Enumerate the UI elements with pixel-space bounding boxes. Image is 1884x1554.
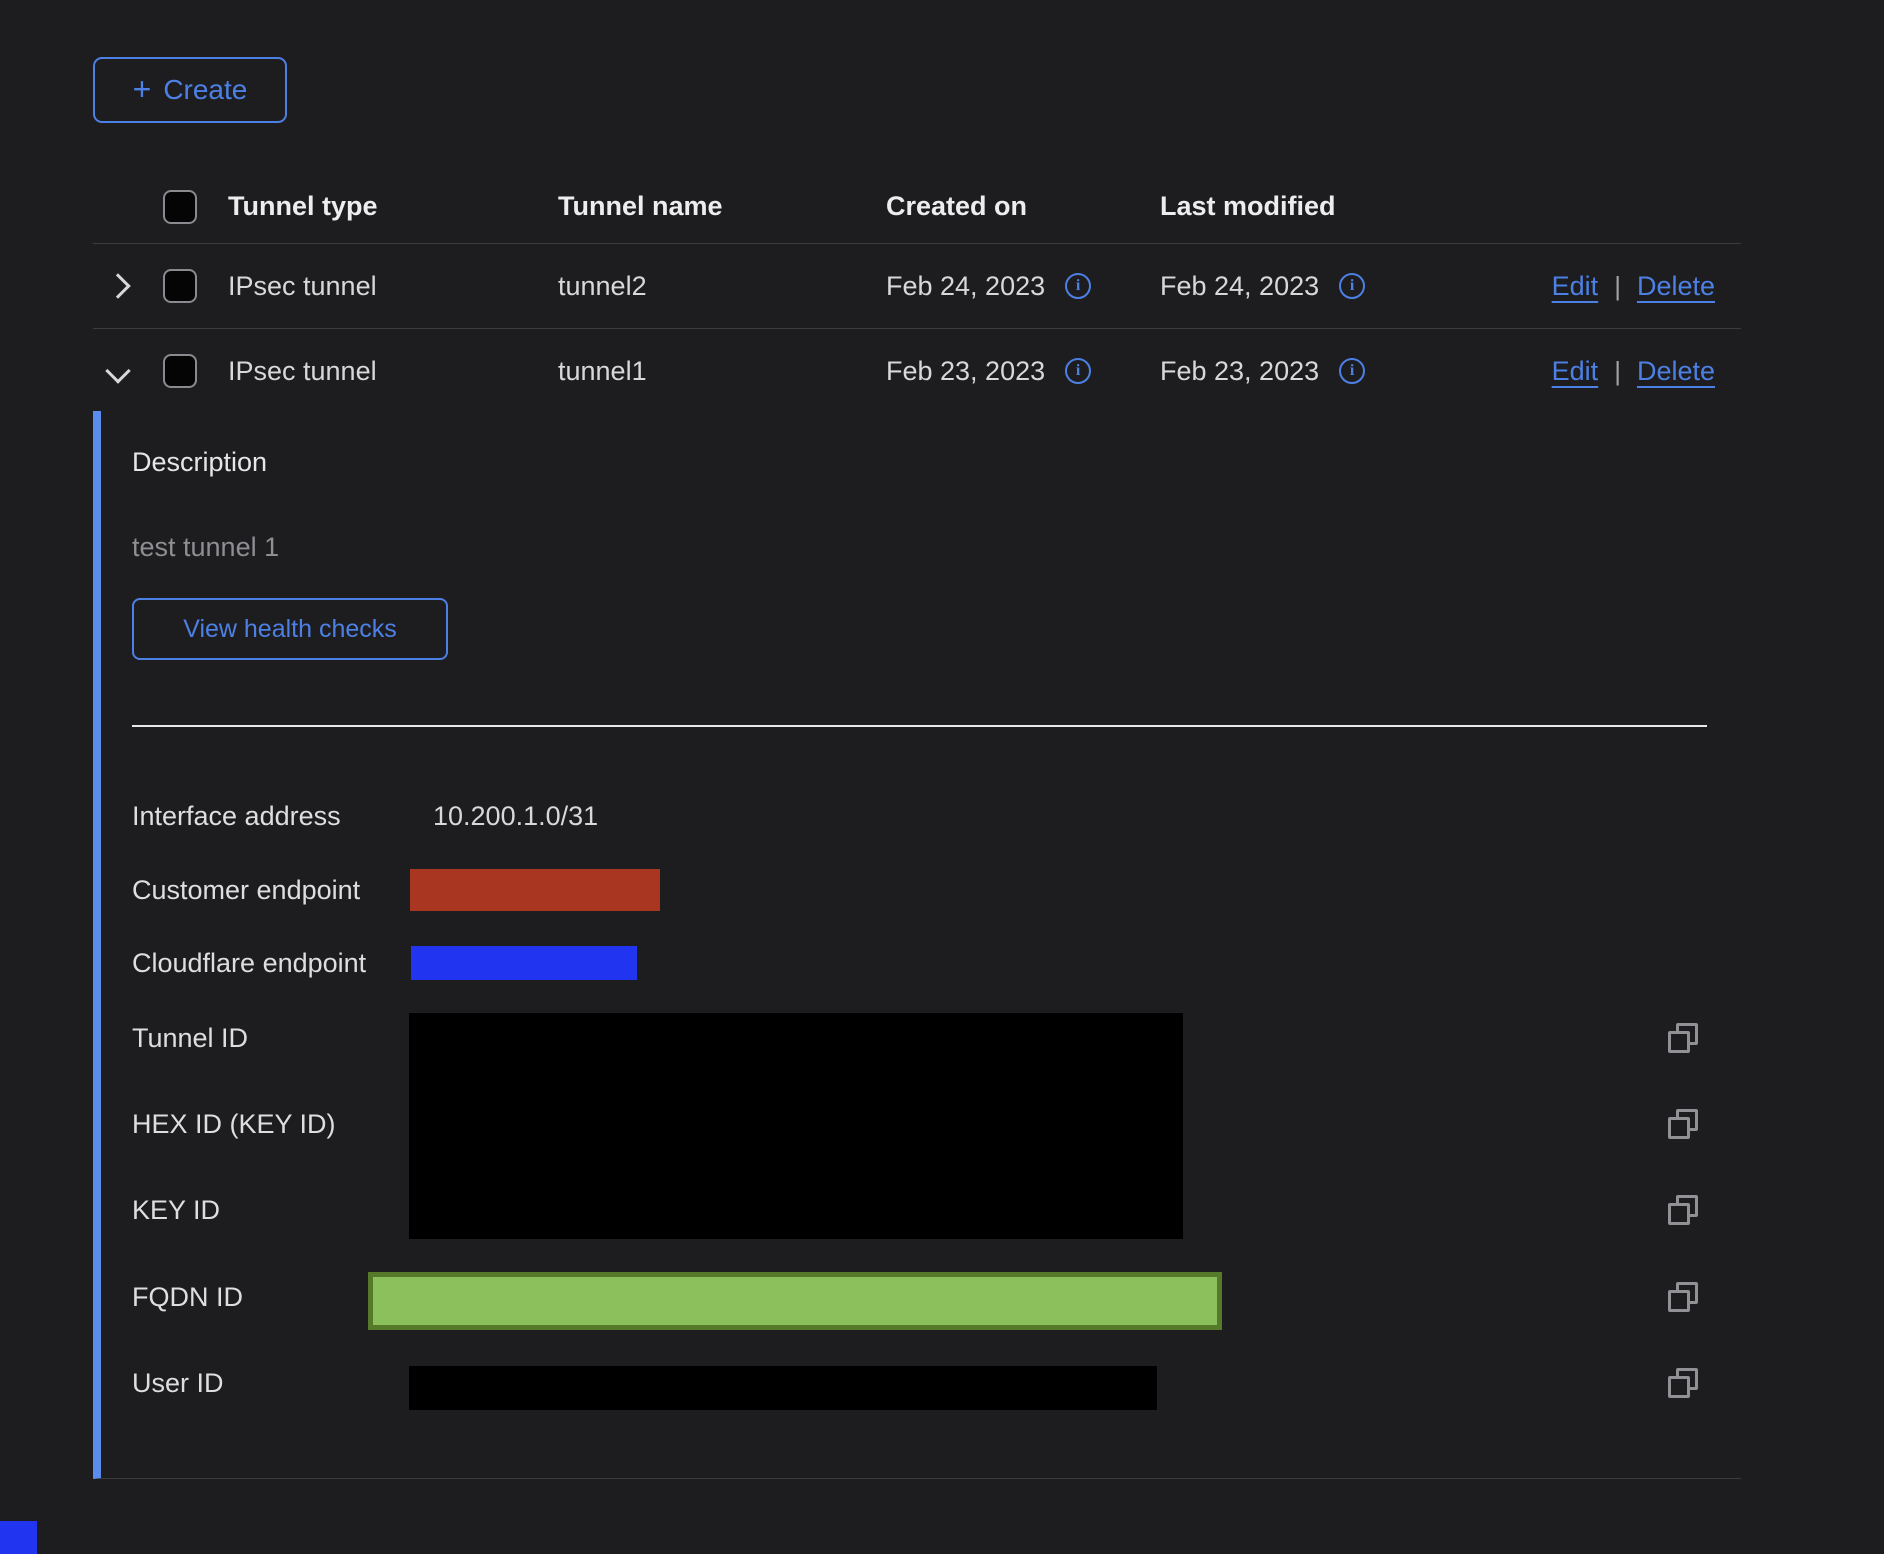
key-id-label: KEY ID [132,1193,220,1227]
chevron-down-icon[interactable] [105,358,130,383]
tunnel-id-redaction [409,1013,1183,1239]
last-modified-value: Feb 23, 2023 [1160,356,1319,387]
redaction-fragment [0,1521,37,1554]
view-health-checks-button[interactable]: View health checks [132,598,448,660]
section-divider [132,725,1707,727]
created-on-value: Feb 23, 2023 [886,356,1045,387]
col-header-last-modified: Last modified [1160,191,1430,222]
info-icon[interactable]: i [1065,358,1091,384]
tunnel-name-cell: tunnel1 [558,356,886,387]
edit-link[interactable]: Edit [1552,356,1599,387]
col-header-tunnel-type: Tunnel type [228,191,558,222]
hex-id-label: HEX ID (KEY ID) [132,1107,336,1141]
action-separator: | [1614,356,1621,387]
chevron-right-icon[interactable] [105,273,130,298]
fqdn-id-redaction [368,1272,1222,1330]
cloudflare-endpoint-redaction [411,946,637,980]
delete-link[interactable]: Delete [1637,356,1715,387]
table-header-row: Tunnel type Tunnel name Created on Last … [93,170,1741,244]
description-value: test tunnel 1 [132,532,279,563]
plus-icon: + [133,73,152,105]
table-row-tunnel1: IPsec tunnel tunnel1 Feb 23, 2023 i Feb … [93,329,1741,413]
copy-icon[interactable] [1668,1282,1698,1312]
tunnel-name-cell: tunnel2 [558,271,886,302]
row-checkbox[interactable] [163,354,197,388]
customer-endpoint-label: Customer endpoint [132,873,360,907]
last-modified-value: Feb 24, 2023 [1160,271,1319,302]
copy-icon[interactable] [1668,1368,1698,1398]
fqdn-id-label: FQDN ID [132,1280,243,1314]
create-button[interactable]: + Create [93,57,287,123]
expanded-detail-panel: Description test tunnel 1 View health ch… [93,411,1741,1479]
created-on-value: Feb 24, 2023 [886,271,1045,302]
user-id-label: User ID [132,1366,224,1400]
info-icon[interactable]: i [1065,273,1091,299]
user-id-redaction [409,1366,1157,1410]
tunnel-id-label: Tunnel ID [132,1021,248,1055]
select-all-checkbox[interactable] [163,190,197,224]
tunnels-table: Tunnel type Tunnel name Created on Last … [93,170,1741,413]
edit-link[interactable]: Edit [1552,271,1599,302]
info-icon[interactable]: i [1339,358,1365,384]
row-checkbox[interactable] [163,269,197,303]
page: + Create Tunnel type Tunnel name Created… [0,0,1884,1554]
table-row-tunnel2: IPsec tunnel tunnel2 Feb 24, 2023 i Feb … [93,244,1741,329]
col-header-created-on: Created on [886,191,1160,222]
tunnel-type-cell: IPsec tunnel [228,356,558,387]
info-icon[interactable]: i [1339,273,1365,299]
copy-icon[interactable] [1668,1109,1698,1139]
customer-endpoint-redaction [410,869,660,911]
copy-icon[interactable] [1668,1195,1698,1225]
action-separator: | [1614,271,1621,302]
create-button-label: Create [163,74,247,106]
description-label: Description [132,447,267,478]
interface-address-label: Interface address [132,799,341,833]
copy-icon[interactable] [1668,1023,1698,1053]
col-header-tunnel-name: Tunnel name [558,191,886,222]
delete-link[interactable]: Delete [1637,271,1715,302]
interface-address-value: 10.200.1.0/31 [433,799,598,833]
tunnel-type-cell: IPsec tunnel [228,271,558,302]
cloudflare-endpoint-label: Cloudflare endpoint [132,946,366,980]
